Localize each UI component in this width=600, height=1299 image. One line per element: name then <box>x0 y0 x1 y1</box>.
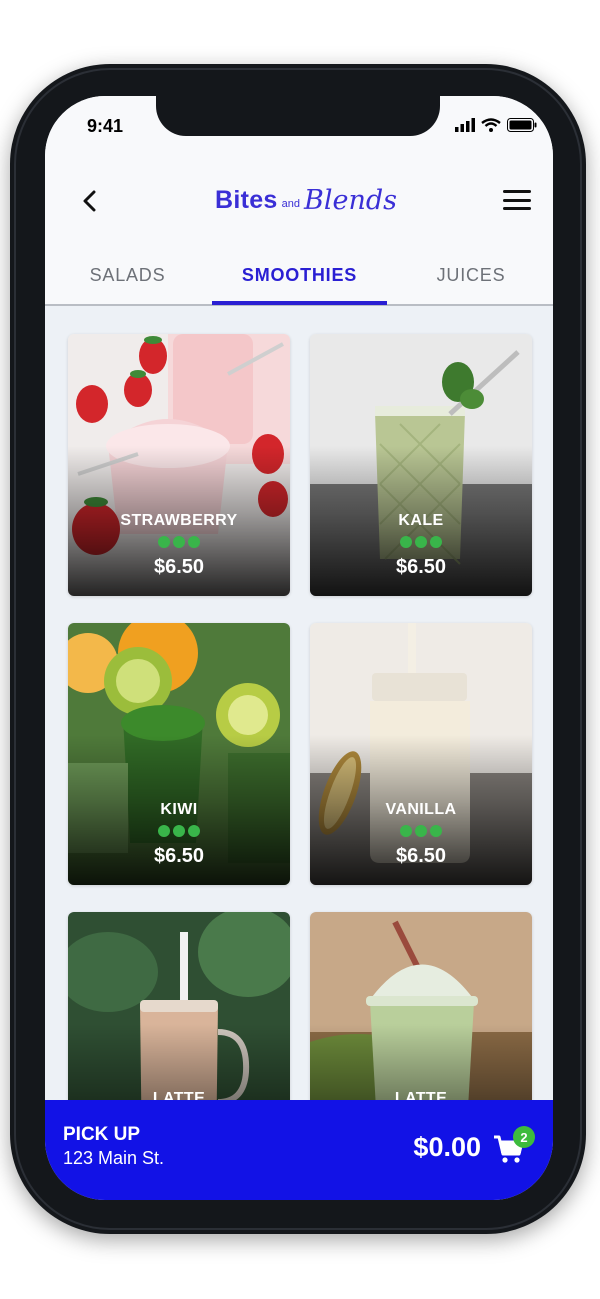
gluten-free-icon <box>400 536 412 548</box>
tab-juices[interactable]: JUICES <box>389 256 553 304</box>
product-price: $6.50 <box>395 556 447 578</box>
product-name: KIWI <box>160 801 198 818</box>
wifi-icon <box>481 118 501 132</box>
status-time: 9:41 <box>87 116 124 136</box>
dairy-free-icon <box>415 536 427 548</box>
product-price: $6.50 <box>395 845 447 867</box>
chevron-left-icon <box>83 190 96 212</box>
app-screen: STRAWBERRY $6.50 KALE $6.50 KIWI $6.50 V… <box>45 96 553 1200</box>
diet-icons <box>310 825 532 837</box>
product-card-vanilla[interactable]: VANILLA $6.50 <box>310 623 532 885</box>
vegan-icon <box>430 825 442 837</box>
product-card-kale[interactable]: KALE $6.50 <box>310 334 532 596</box>
cart-count-badge: 2 <box>513 1126 535 1148</box>
logo-bites: Bites <box>215 185 278 214</box>
logo-and: and <box>281 198 300 210</box>
tab-salads[interactable]: SALADS <box>45 256 210 304</box>
order-bar[interactable]: PICK UP 123 Main St. $0.00 2 <box>45 1100 553 1200</box>
diet-icons <box>68 536 290 548</box>
cellular-signal-icon <box>455 118 475 132</box>
gluten-free-icon <box>158 825 170 837</box>
dairy-free-icon <box>173 825 185 837</box>
gluten-free-icon <box>158 536 170 548</box>
device-notch <box>156 96 440 136</box>
product-name: KALE <box>398 512 444 529</box>
product-name: STRAWBERRY <box>120 512 238 529</box>
gluten-free-icon <box>400 825 412 837</box>
active-tab-indicator <box>212 301 387 305</box>
battery-icon <box>507 118 537 132</box>
app-header: 9:41 Bites and Blends SALADS SMOOTHIES J… <box>45 96 553 306</box>
hamburger-icon-bar <box>503 190 531 193</box>
logo-blends: Blends <box>304 184 397 216</box>
product-card-strawberry[interactable]: STRAWBERRY $6.50 <box>68 334 290 596</box>
product-price: $6.50 <box>153 556 205 578</box>
dairy-free-icon <box>415 825 427 837</box>
vegan-icon <box>188 536 200 548</box>
status-icons <box>455 118 537 132</box>
order-mode: PICK UP <box>63 1124 141 1145</box>
diet-icons <box>310 536 532 548</box>
menu-button[interactable] <box>503 188 531 212</box>
diet-icons <box>68 825 290 837</box>
hamburger-icon-bar <box>503 207 531 210</box>
brand-logo: Bites and Blends <box>215 180 397 220</box>
vegan-icon <box>188 825 200 837</box>
hamburger-icon-bar <box>503 198 531 202</box>
product-card-kiwi[interactable]: KIWI $6.50 <box>68 623 290 885</box>
product-name: VANILLA <box>385 801 457 818</box>
dairy-free-icon <box>173 536 185 548</box>
vegan-icon <box>430 536 442 548</box>
tab-smoothies[interactable]: SMOOTHIES <box>212 256 387 304</box>
product-price: $6.50 <box>153 845 205 867</box>
pickup-address: 123 Main St. <box>63 1148 165 1168</box>
category-tabs: SALADS SMOOTHIES JUICES <box>45 256 553 306</box>
back-button[interactable] <box>75 186 105 216</box>
order-total: $0.00 <box>413 1132 481 1162</box>
